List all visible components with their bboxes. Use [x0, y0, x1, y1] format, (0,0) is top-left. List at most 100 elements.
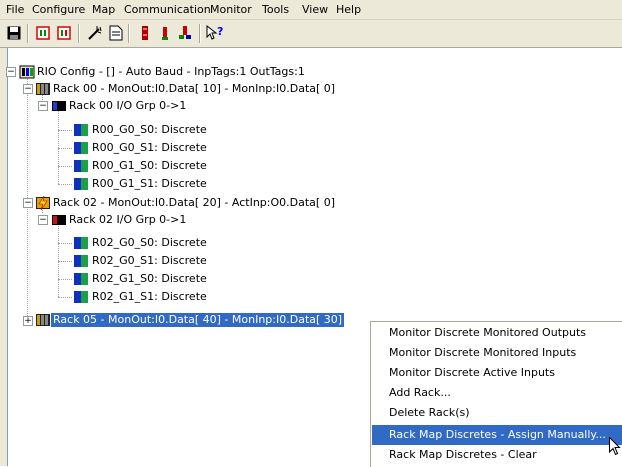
tree-connector: [58, 297, 72, 298]
tree-connector: [58, 166, 72, 167]
plc-read-button[interactable]: [34, 24, 52, 42]
menu-communication[interactable]: Communication: [124, 3, 211, 16]
connect-button[interactable]: [176, 24, 194, 42]
wizard-button[interactable]: [86, 24, 104, 42]
tree-node-label: Rack 05 - MonOut:I0.Data[ 40] - MonInp:I…: [51, 313, 345, 327]
menu-item-delete-rack[interactable]: Delete Rack(s): [372, 403, 622, 423]
tree-node-io-group[interactable]: Rack 02 I/O Grp 0->1: [51, 212, 188, 228]
tree-node-label: Rack 00 I/O Grp 0->1: [69, 99, 187, 112]
save-button[interactable]: [5, 24, 23, 42]
io-module-button[interactable]: [136, 24, 154, 42]
tree-node-label: R00_G0_S1: Discrete: [92, 141, 207, 154]
tree-node-rack-05[interactable]: Rack 05 - MonOut:I0.Data[ 40] - MonInp:I…: [35, 312, 345, 328]
expand-toggle[interactable]: +: [23, 316, 33, 326]
plc-read-icon: [36, 26, 50, 40]
tree-node-slot[interactable]: R02_G0_S1: Discrete: [74, 253, 209, 269]
tree-node-label: RIO Config - [] - Auto Baud - InpTags:1 …: [37, 65, 305, 78]
tree-node-label: R00_G1_S1: Discrete: [92, 177, 207, 190]
tree-node-io-group[interactable]: Rack 00 I/O Grp 0->1: [51, 98, 188, 114]
menu-item-monitor-active-inputs[interactable]: Monitor Discrete Active Inputs: [372, 363, 622, 383]
wizard-icon: [88, 26, 102, 40]
menu-help[interactable]: Help: [336, 3, 361, 16]
rack-fault-icon: [36, 195, 50, 211]
menu-configure[interactable]: Configure: [32, 3, 85, 16]
menu-file[interactable]: File: [6, 3, 24, 16]
tree-connector: [58, 148, 72, 149]
discrete-module-icon: [74, 291, 88, 303]
tree-connector: [58, 184, 72, 185]
menu-tools[interactable]: Tools: [262, 3, 289, 16]
rack-icon: [162, 27, 168, 40]
tree-connector: [58, 261, 72, 262]
io-group-icon: [52, 101, 66, 111]
io-module-icon: [142, 26, 148, 40]
menu-map[interactable]: Map: [92, 3, 115, 16]
toolbar-separator: [27, 24, 29, 43]
tree-node-rack-00[interactable]: Rack 00 - MonOut:I0.Data[ 10] - MonInp:I…: [35, 81, 337, 97]
tree-node-label: R02_G1_S1: Discrete: [92, 290, 207, 303]
tree-node-label: R00_G0_S0: Discrete: [92, 123, 207, 136]
tree-node-root[interactable]: RIO Config - [] - Auto Baud - InpTags:1 …: [19, 64, 307, 80]
document-button[interactable]: [107, 24, 125, 42]
menu-view[interactable]: View: [302, 3, 328, 16]
tree-node-label: Rack 00 - MonOut:I0.Data[ 10] - MonInp:I…: [53, 82, 336, 95]
tree-node-label: Rack 02 I/O Grp 0->1: [69, 213, 187, 226]
save-icon: [7, 26, 21, 40]
tree-node-label: R00_G1_S0: Discrete: [92, 159, 207, 172]
tree-node-label: Rack 02 - MonOut:I0.Data[ 20] - ActInp:O…: [53, 196, 335, 209]
discrete-module-icon: [74, 178, 88, 190]
tree-node-slot[interactable]: R00_G1_S0: Discrete: [74, 158, 209, 174]
tree-node-slot[interactable]: R00_G0_S1: Discrete: [74, 140, 209, 156]
toolbar-separator: [78, 24, 80, 43]
menu-monitor[interactable]: Monitor: [210, 3, 252, 16]
tree-connector: [58, 130, 72, 131]
context-menu: Monitor Discrete Monitored Outputs Monit…: [370, 321, 622, 467]
menu-item-assign-manually[interactable]: Rack Map Discretes - Assign Manually...: [372, 425, 622, 445]
collapse-toggle[interactable]: −: [38, 215, 48, 225]
tree-connector: [58, 108, 59, 184]
io-group-icon: [52, 215, 66, 225]
plc-write-icon: [57, 26, 71, 40]
svg-text:?: ?: [217, 25, 223, 38]
menu-item-add-rack[interactable]: Add Rack...: [372, 383, 622, 403]
discrete-module-icon: [74, 160, 88, 172]
connect-icon: [179, 26, 191, 39]
menu-item-monitor-inputs[interactable]: Monitor Discrete Monitored Inputs: [372, 343, 622, 363]
tree-node-rack-02[interactable]: Rack 02 - MonOut:I0.Data[ 20] - ActInp:O…: [35, 195, 337, 211]
context-help-button[interactable]: ?: [206, 24, 224, 42]
tree-connector: [58, 279, 72, 280]
rack-icon: [36, 83, 50, 95]
toolbar-separator: [199, 24, 201, 43]
discrete-module-icon: [74, 142, 88, 154]
discrete-module-icon: [74, 237, 88, 249]
tree-connector: [58, 243, 72, 244]
tree-node-slot[interactable]: R02_G1_S0: Discrete: [74, 271, 209, 287]
discrete-module-icon: [74, 124, 88, 136]
tree-node-slot[interactable]: R02_G1_S1: Discrete: [74, 289, 209, 305]
tree-connector: [58, 221, 59, 297]
tree-node-label: R02_G0_S0: Discrete: [92, 236, 207, 249]
tree-node-slot[interactable]: R02_G0_S0: Discrete: [74, 235, 209, 251]
mouse-cursor-icon: [609, 437, 621, 456]
menu-bar: File Configure Map Communication Monitor…: [0, 0, 622, 20]
tree-node-label: R02_G1_S0: Discrete: [92, 272, 207, 285]
discrete-module-icon: [74, 273, 88, 285]
toolbar-separator: [128, 24, 130, 43]
rack-button[interactable]: [156, 24, 174, 42]
discrete-module-icon: [74, 255, 88, 267]
tree-node-slot[interactable]: R00_G0_S0: Discrete: [74, 122, 209, 138]
toolbar: ?: [0, 20, 622, 48]
tree-node-label: R02_G0_S1: Discrete: [92, 254, 207, 267]
plc-write-button[interactable]: [55, 24, 73, 42]
rack-icon: [36, 314, 50, 326]
context-help-icon: ?: [206, 25, 223, 40]
tree-node-slot[interactable]: R00_G1_S1: Discrete: [74, 176, 209, 192]
collapse-toggle[interactable]: −: [6, 67, 16, 77]
collapse-toggle[interactable]: −: [23, 198, 33, 208]
menu-item-clear[interactable]: Rack Map Discretes - Clear: [372, 445, 622, 465]
menu-item-monitor-outputs[interactable]: Monitor Discrete Monitored Outputs: [372, 323, 622, 343]
document-icon: [109, 25, 123, 41]
collapse-toggle[interactable]: −: [23, 84, 33, 94]
rio-network-icon: [19, 65, 35, 79]
collapse-toggle[interactable]: −: [38, 101, 48, 111]
